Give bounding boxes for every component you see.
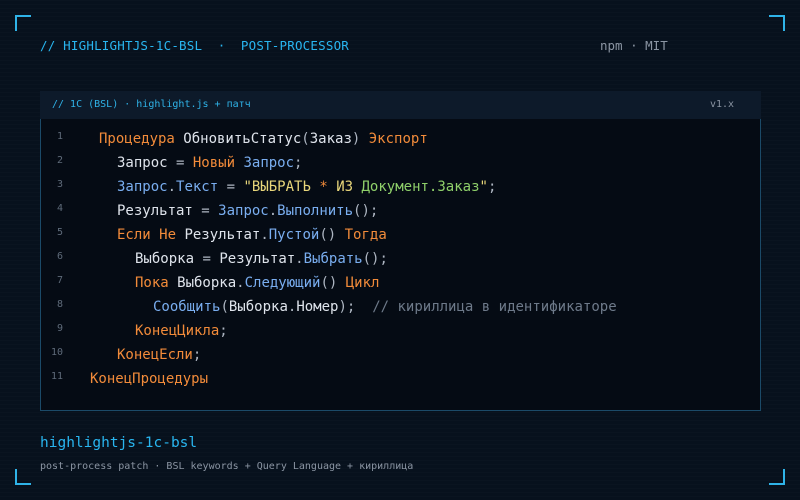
package-name: highlightjs-1c-bsl — [40, 435, 198, 451]
code-token-fn: Запрос — [243, 155, 295, 171]
code-token-id: Результат — [219, 251, 296, 267]
code-token-kw: КонецЦикла — [135, 323, 220, 339]
line-number: 1 — [56, 131, 63, 142]
code-token-kw: Пока — [135, 275, 169, 291]
code-token-op: = — [194, 251, 220, 267]
code-token-op: . — [268, 203, 278, 219]
license-meta: npm · MIT — [600, 38, 668, 53]
code-token-op: . — [167, 179, 177, 195]
code-line: Сообщить(Выборка.Номер); // кириллица в … — [153, 297, 617, 317]
code-line: Запрос = Новый Запрос; — [117, 153, 302, 173]
code-token-id — [151, 227, 159, 243]
code-token-kw: Новый — [192, 155, 236, 171]
line-number: 6 — [56, 251, 63, 262]
code-token-fn: Сообщить — [153, 299, 221, 315]
code-token-kw: * — [310, 179, 337, 195]
code-line: Процедура ОбновитьСтатус(Заказ) Экспорт — [99, 129, 428, 149]
code-token-op: ; — [219, 323, 228, 339]
code-token-id: Выборка — [228, 299, 288, 315]
line-number: 9 — [56, 323, 63, 334]
code-token-fn: Выполнить — [277, 203, 354, 219]
code-token-fn: Выбрать — [303, 251, 363, 267]
corner-bracket-top-right — [769, 15, 785, 31]
code-token-op: ; — [294, 155, 303, 171]
line-number: 2 — [56, 155, 63, 166]
line-number: 4 — [56, 203, 63, 214]
line-number: 10 — [50, 347, 63, 358]
code-line: Выборка = Результат.Выбрать(); — [135, 249, 388, 269]
code-token-kw: Если — [117, 227, 151, 243]
code-token-kw: Процедура — [99, 131, 175, 147]
language-label: // 1C (BSL) · highlight.js + патч — [52, 99, 251, 110]
code-token-op: . — [236, 275, 245, 291]
code-token-id: ОбновитьСтатус — [174, 131, 302, 147]
corner-bracket-top-left — [15, 15, 31, 31]
line-number: 8 — [56, 299, 63, 310]
code-line: КонецЕсли; — [117, 345, 201, 365]
code-token-id: Номер — [296, 299, 339, 315]
code-line: КонецЦикла; — [135, 321, 228, 341]
code-token-kw: КонецПроцедуры — [90, 371, 209, 387]
code-token-fn: Текст — [176, 179, 219, 195]
line-number: 5 — [56, 227, 63, 238]
code-token-id: Запрос — [117, 155, 168, 171]
version-badge: v1.x — [710, 99, 735, 110]
code-token-id: Результат — [176, 227, 261, 243]
code-token-strq: "ВЫБРАТЬ — [243, 179, 311, 195]
code-token-fn: Запрос — [218, 203, 269, 219]
code-token-op: ( — [301, 131, 310, 147]
code-token-fn: Следующий — [244, 275, 321, 291]
line-number: 11 — [50, 371, 63, 382]
code-token-op: ) — [351, 131, 369, 147]
code-token-op: ; — [487, 179, 497, 195]
line-number: 3 — [56, 179, 63, 190]
line-number: 7 — [56, 275, 63, 286]
code-panel: 1 Процедура ОбновитьСтатус(Заказ) Экспорт… — [40, 119, 761, 411]
code-line: Результат = Запрос.Выполнить(); — [117, 201, 378, 221]
code-token-kw: Экспорт — [368, 131, 428, 147]
code-token-id: Заказ — [309, 131, 352, 147]
code-token-fn: Запрос — [117, 179, 168, 195]
code-line: Пока Выборка.Следующий() Цикл — [135, 273, 379, 293]
code-token-strq: ИЗ — [336, 179, 362, 195]
package-description: post-process patch · BSL keywords + Quer… — [40, 461, 414, 472]
code-token-op: . — [295, 251, 304, 267]
code-token-str: Документ.Заказ — [361, 179, 480, 195]
code-token-id: Результат — [117, 203, 193, 219]
corner-bracket-bottom-right — [769, 469, 785, 485]
code-token-id: Выборка — [135, 251, 195, 267]
corner-bracket-bottom-left — [15, 469, 31, 485]
code-token-op: (); — [362, 251, 388, 267]
code-token-op: ); — [338, 299, 373, 315]
code-token-strq: " — [479, 179, 488, 195]
code-token-kw: Тогда — [344, 227, 387, 243]
code-line: Запрос.Текст = "ВЫБРАТЬ * ИЗ Документ.За… — [117, 177, 496, 197]
code-panel-header: // 1C (BSL) · highlight.js + патч v1.x — [40, 91, 761, 119]
code-token-op: () — [319, 227, 345, 243]
code-token-cm: // кириллица в идентификаторе — [372, 299, 617, 315]
code-token-op: = — [218, 179, 244, 195]
code-token-kw: Не — [159, 227, 177, 243]
code-token-op: (); — [353, 203, 379, 219]
code-token-op: . — [260, 227, 269, 243]
code-token-op: ( — [220, 299, 229, 315]
code-token-kw: Цикл — [345, 275, 380, 291]
code-line: КонецПроцедуры — [90, 369, 208, 389]
code-token-kw: КонецЕсли — [117, 347, 193, 363]
code-token-id: Выборка — [168, 275, 237, 291]
code-token-op: = — [192, 203, 219, 219]
code-line: Если Не Результат.Пустой() Тогда — [117, 225, 387, 245]
page-title: // HIGHLIGHTJS-1C-BSL · POST-PROCESSOR — [40, 38, 350, 53]
code-token-fn: Пустой — [268, 227, 320, 243]
code-token-op: () — [320, 275, 346, 291]
code-token-op: = — [167, 155, 193, 171]
code-token-op: ; — [192, 347, 202, 363]
